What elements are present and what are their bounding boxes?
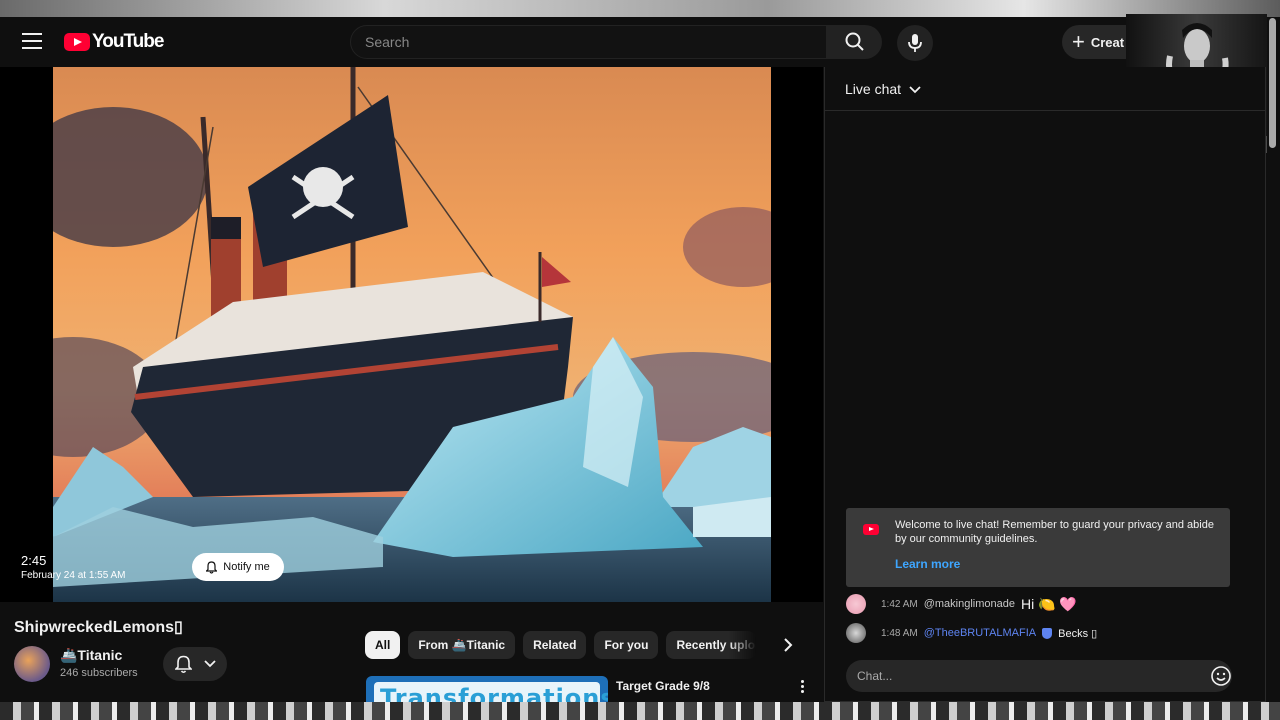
stream-scheduled-date: February 24 at 1:55 AM: [21, 570, 126, 581]
chat-message: 1:48 AM @TheeBRUTALMAFIA Becks ▯: [846, 622, 1097, 644]
ship-artwork: [53, 67, 771, 602]
channel-name[interactable]: 🚢Titanic: [60, 647, 122, 664]
chevron-down-icon: [203, 660, 216, 668]
recommendation-chips: All From 🚢Titanic Related For you Recent…: [365, 631, 757, 659]
live-chat-panel: Live chat Welcome to live chat! Remember…: [824, 67, 1266, 702]
top-edge-strip: [0, 0, 1280, 17]
video-thumbnail: [53, 67, 771, 602]
bottom-edge-strip: [0, 702, 1280, 720]
channel-avatar[interactable]: [14, 646, 50, 682]
chip-from-channel[interactable]: From 🚢Titanic: [408, 631, 516, 659]
masthead: YouTube Search + Creat: [0, 17, 1280, 67]
plus-icon: +: [1072, 29, 1085, 54]
chat-message-author[interactable]: @makinglimonade: [924, 598, 1015, 610]
recommended-video-title[interactable]: Target Grade 9/8: [616, 679, 710, 693]
more-options-icon[interactable]: [796, 680, 808, 696]
chat-avatar[interactable]: [846, 594, 866, 614]
welcome-message: Welcome to live chat! Remember to guard …: [895, 519, 1214, 545]
screen: YouTube Search + Creat 2:45 February 24 …: [0, 0, 1280, 720]
search-input[interactable]: Search: [350, 25, 827, 59]
chat-message-time: 1:42 AM: [881, 598, 918, 610]
search-button[interactable]: [827, 25, 882, 59]
emoji-icon[interactable]: [1210, 665, 1232, 687]
page-scrollbar[interactable]: [1269, 18, 1276, 148]
notify-me-button[interactable]: Notify me: [192, 553, 284, 581]
chevron-right-icon[interactable]: [778, 635, 798, 655]
chip-for-you[interactable]: For you: [594, 631, 659, 659]
chat-message-time: 1:48 AM: [881, 627, 918, 639]
learn-more-link[interactable]: Learn more: [895, 557, 960, 571]
voice-search-button[interactable]: [897, 25, 933, 61]
youtube-play-icon: [863, 524, 879, 535]
live-chat-title: Live chat: [845, 81, 902, 97]
stream-time-overlay: 2:45 February 24 at 1:55 AM: [21, 553, 126, 581]
chat-welcome-banner: Welcome to live chat! Remember to guard …: [846, 508, 1230, 587]
live-chat-mode-dropdown[interactable]: Live chat: [825, 67, 1265, 111]
youtube-play-icon: [64, 33, 90, 51]
chat-input[interactable]: Chat...: [846, 660, 1232, 692]
menu-icon[interactable]: [22, 33, 42, 49]
subscriber-count: 246 subscribers: [60, 667, 138, 679]
video-title: ShipwreckedLemons▯: [14, 619, 183, 636]
notify-label: Notify me: [223, 561, 270, 573]
chat-message-text: Hi 🍋 🩷: [1020, 595, 1077, 612]
chevron-down-icon: [909, 86, 921, 94]
verified-badge-icon: [1042, 627, 1053, 639]
bell-icon: [174, 655, 192, 673]
recommended-video-thumbnail[interactable]: Transformations: [366, 676, 608, 704]
chat-avatar[interactable]: [846, 623, 866, 643]
mic-icon: [908, 34, 922, 52]
video-player[interactable]: [0, 67, 823, 602]
chip-recently-uploaded[interactable]: Recently uploaded: [666, 631, 757, 659]
create-label: Creat: [1090, 34, 1125, 50]
subscribed-bell-button[interactable]: [163, 647, 227, 681]
youtube-logo[interactable]: YouTube: [64, 31, 164, 53]
chat-message: 1:42 AM @makinglimonade Hi 🍋 🩷: [846, 593, 1077, 615]
search-icon: [845, 32, 864, 51]
stream-countdown: 2:45: [21, 553, 47, 568]
chat-message-text: Becks ▯: [1058, 627, 1098, 640]
chip-related[interactable]: Related: [523, 631, 587, 659]
logo-text: YouTube: [92, 31, 164, 52]
thumbnail-text: Transformations: [380, 684, 608, 704]
bell-icon: [206, 560, 218, 574]
chip-all[interactable]: All: [365, 631, 401, 659]
chat-message-author[interactable]: @TheeBRUTALMAFIA: [924, 627, 1036, 639]
